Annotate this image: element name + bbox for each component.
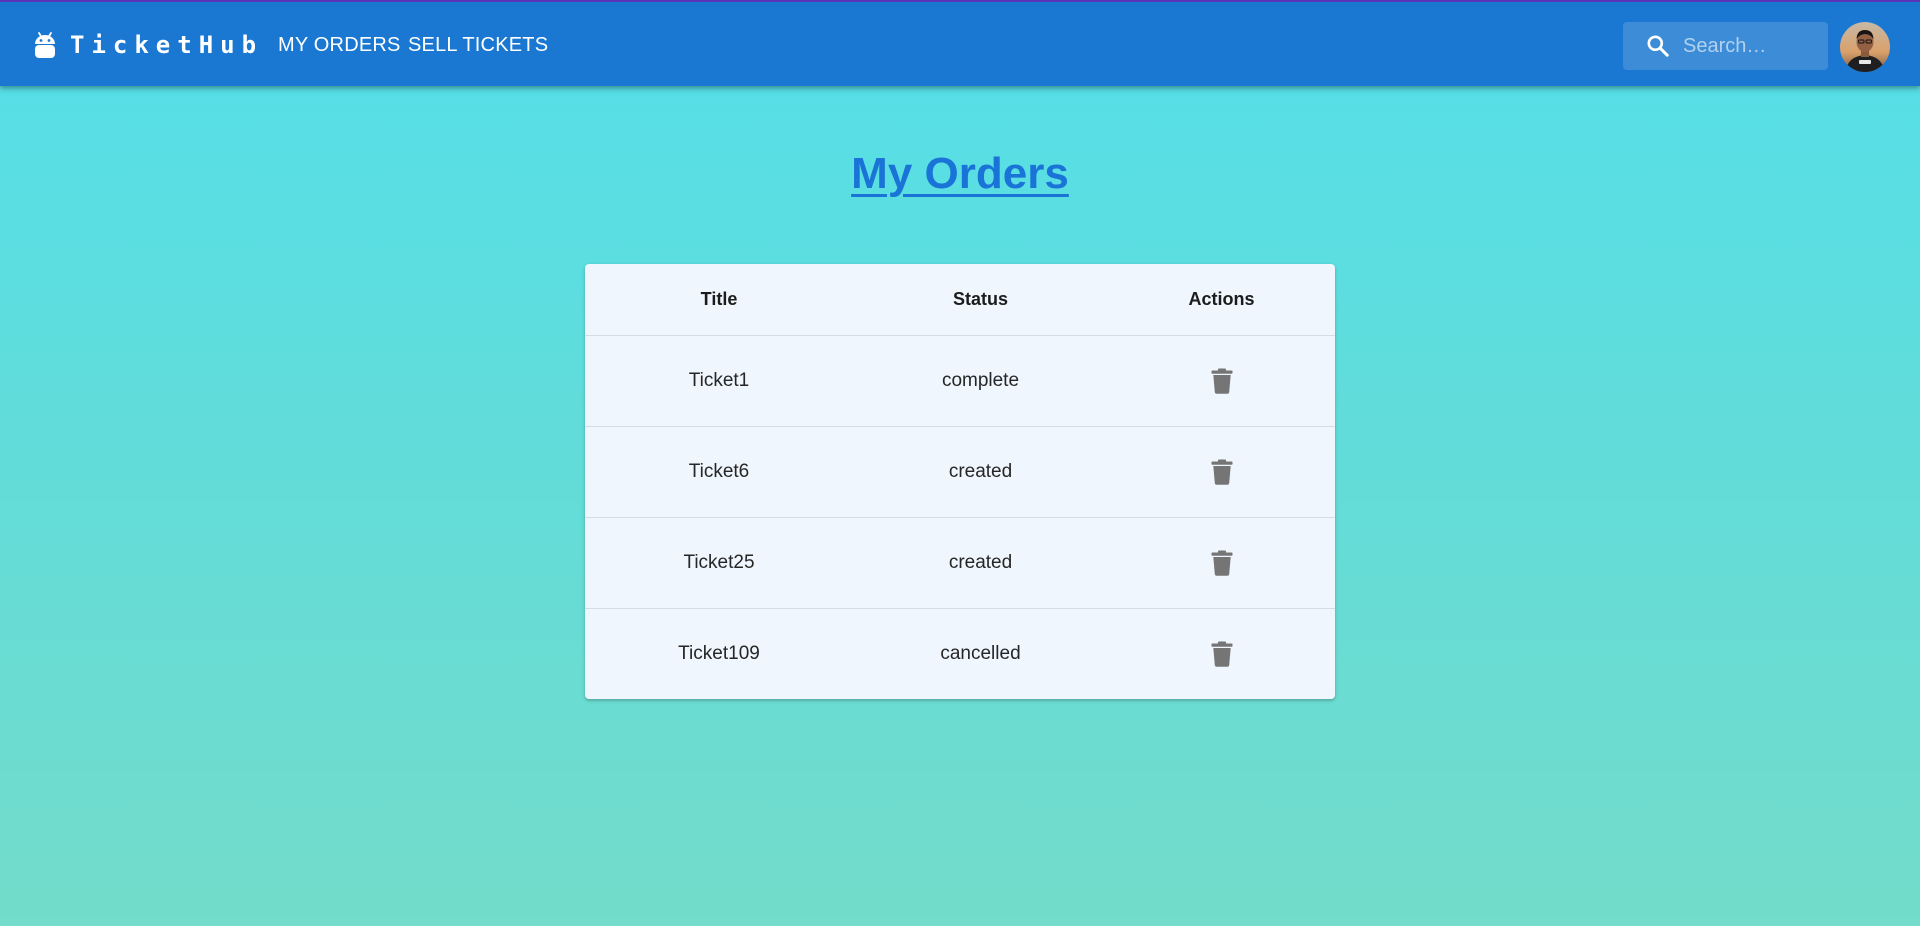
table-header-row: Title Status Actions bbox=[585, 264, 1335, 336]
table-row: Ticket1 complete bbox=[585, 335, 1335, 427]
delete-icon[interactable] bbox=[1211, 641, 1233, 667]
avatar-image bbox=[1840, 22, 1890, 72]
page-background: TicketHub MY ORDERS SELL TICKETS Search…… bbox=[0, 0, 1920, 926]
column-header-title: Title bbox=[585, 264, 853, 336]
page-title: My Orders bbox=[0, 146, 1920, 202]
order-actions bbox=[1108, 608, 1335, 699]
orders-table-card: Title Status Actions Ticket1 complete Ti… bbox=[585, 264, 1335, 699]
table-row: Ticket25 created bbox=[585, 517, 1335, 609]
order-status: complete bbox=[853, 335, 1108, 427]
app-bar: TicketHub MY ORDERS SELL TICKETS bbox=[0, 0, 1920, 86]
column-header-status: Status bbox=[853, 264, 1108, 336]
delete-icon[interactable] bbox=[1211, 550, 1233, 576]
order-title: Ticket1 bbox=[585, 335, 853, 427]
search-box[interactable] bbox=[1623, 22, 1828, 70]
delete-icon[interactable] bbox=[1211, 368, 1233, 394]
order-status: created bbox=[853, 517, 1108, 609]
table-row: Ticket109 cancelled bbox=[585, 608, 1335, 699]
page-title-link[interactable]: My Orders bbox=[851, 149, 1069, 198]
order-title: Ticket6 bbox=[585, 426, 853, 518]
android-icon bbox=[35, 32, 55, 58]
order-status: cancelled bbox=[940, 642, 1021, 664]
column-header-actions: Actions bbox=[1108, 264, 1335, 336]
nav-sell-tickets[interactable]: SELL TICKETS bbox=[408, 32, 548, 58]
order-title: Ticket109 bbox=[678, 642, 760, 664]
order-status: created bbox=[853, 426, 1108, 518]
delete-icon[interactable] bbox=[1211, 459, 1233, 485]
search-icon bbox=[1647, 35, 1669, 57]
order-title: Ticket25 bbox=[585, 517, 853, 609]
order-actions bbox=[1108, 426, 1335, 518]
nav-my-orders[interactable]: MY ORDERS bbox=[278, 32, 401, 58]
order-actions bbox=[1108, 517, 1335, 609]
table-row: Ticket6 created bbox=[585, 426, 1335, 518]
order-actions bbox=[1108, 335, 1335, 427]
user-avatar[interactable] bbox=[1840, 22, 1890, 72]
brand-name[interactable]: TicketHub bbox=[70, 31, 263, 59]
orders-table: Title Status Actions Ticket1 complete Ti… bbox=[585, 264, 1335, 699]
search-input[interactable] bbox=[1683, 22, 1823, 70]
